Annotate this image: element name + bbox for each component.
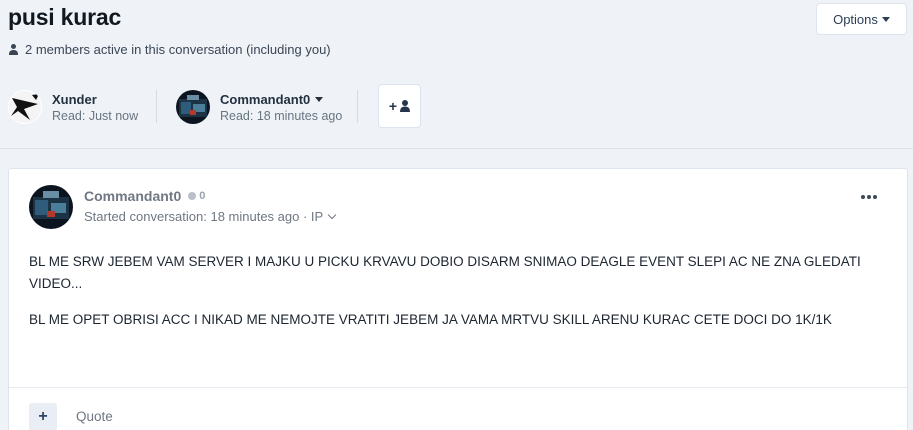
- caret-down-icon[interactable]: [315, 96, 324, 102]
- plus-icon: +: [388, 98, 398, 114]
- participant-name[interactable]: Commandant0: [220, 92, 342, 107]
- conversation-header: pusi kurac Options 2 members active in t…: [0, 0, 913, 149]
- post-meta-text: Started conversation: 18 minutes ago · I…: [84, 209, 324, 224]
- participant-info: Xunder Read: Just now: [52, 92, 138, 123]
- post-paragraph: BL ME OPET OBRISI ACC I NIKAD ME NEMOJTE…: [29, 312, 832, 327]
- reputation-dot-icon: [188, 192, 197, 200]
- participant-name[interactable]: Xunder: [52, 92, 138, 107]
- conversation-post: Commandant0 0 Started conversation: 18 m…: [8, 168, 908, 430]
- participant-name-text[interactable]: Xunder: [52, 92, 97, 107]
- post-paragraph: BL ME SRW JEBEM VAM SERVER I MAJKU U PIC…: [29, 254, 861, 291]
- divider: [357, 90, 358, 123]
- participant-name-text[interactable]: Commandant0: [220, 92, 310, 107]
- dot-icon: [867, 195, 871, 199]
- user-icon: [9, 44, 18, 55]
- reputation-badge: 0: [188, 190, 205, 202]
- plus-icon: +: [38, 408, 48, 425]
- caret-down-icon: [881, 16, 890, 22]
- options-label: Options: [833, 11, 878, 27]
- user-icon: [400, 100, 411, 112]
- quote-button[interactable]: Quote: [76, 409, 113, 424]
- post-more-options-button[interactable]: [859, 193, 879, 201]
- participant-xunder: Xunder Read: Just now: [8, 88, 138, 126]
- page-title: pusi kurac: [8, 4, 122, 30]
- post-body: BL ME SRW JEBEM VAM SERVER I MAJKU U PIC…: [29, 251, 899, 345]
- dot-icon: [861, 195, 865, 199]
- members-active-line: 2 members active in this conversation (i…: [9, 42, 331, 57]
- post-author: Commandant0 0: [84, 188, 205, 204]
- post-footer: + Quote: [9, 387, 907, 430]
- post-meta: Started conversation: 18 minutes ago · I…: [84, 209, 337, 224]
- add-participant-button[interactable]: +: [378, 84, 421, 128]
- avatar[interactable]: [176, 90, 210, 124]
- options-button[interactable]: Options: [816, 3, 907, 35]
- participant-info: Commandant0 Read: 18 minutes ago: [220, 92, 342, 123]
- author-avatar[interactable]: [29, 185, 73, 229]
- chevron-down-icon[interactable]: [327, 210, 337, 220]
- members-active-text: 2 members active in this conversation (i…: [25, 42, 331, 57]
- avatar[interactable]: [8, 90, 42, 124]
- dot-icon: [873, 195, 877, 199]
- participant-read-status: Read: 18 minutes ago: [220, 108, 343, 123]
- participant-read-status: Read: Just now: [52, 108, 139, 123]
- multiquote-button[interactable]: +: [29, 403, 57, 430]
- reputation-count: 0: [199, 190, 206, 202]
- participant-commandant0: Commandant0 Read: 18 minutes ago: [176, 88, 342, 126]
- author-name[interactable]: Commandant0: [84, 188, 181, 204]
- divider: [156, 90, 157, 123]
